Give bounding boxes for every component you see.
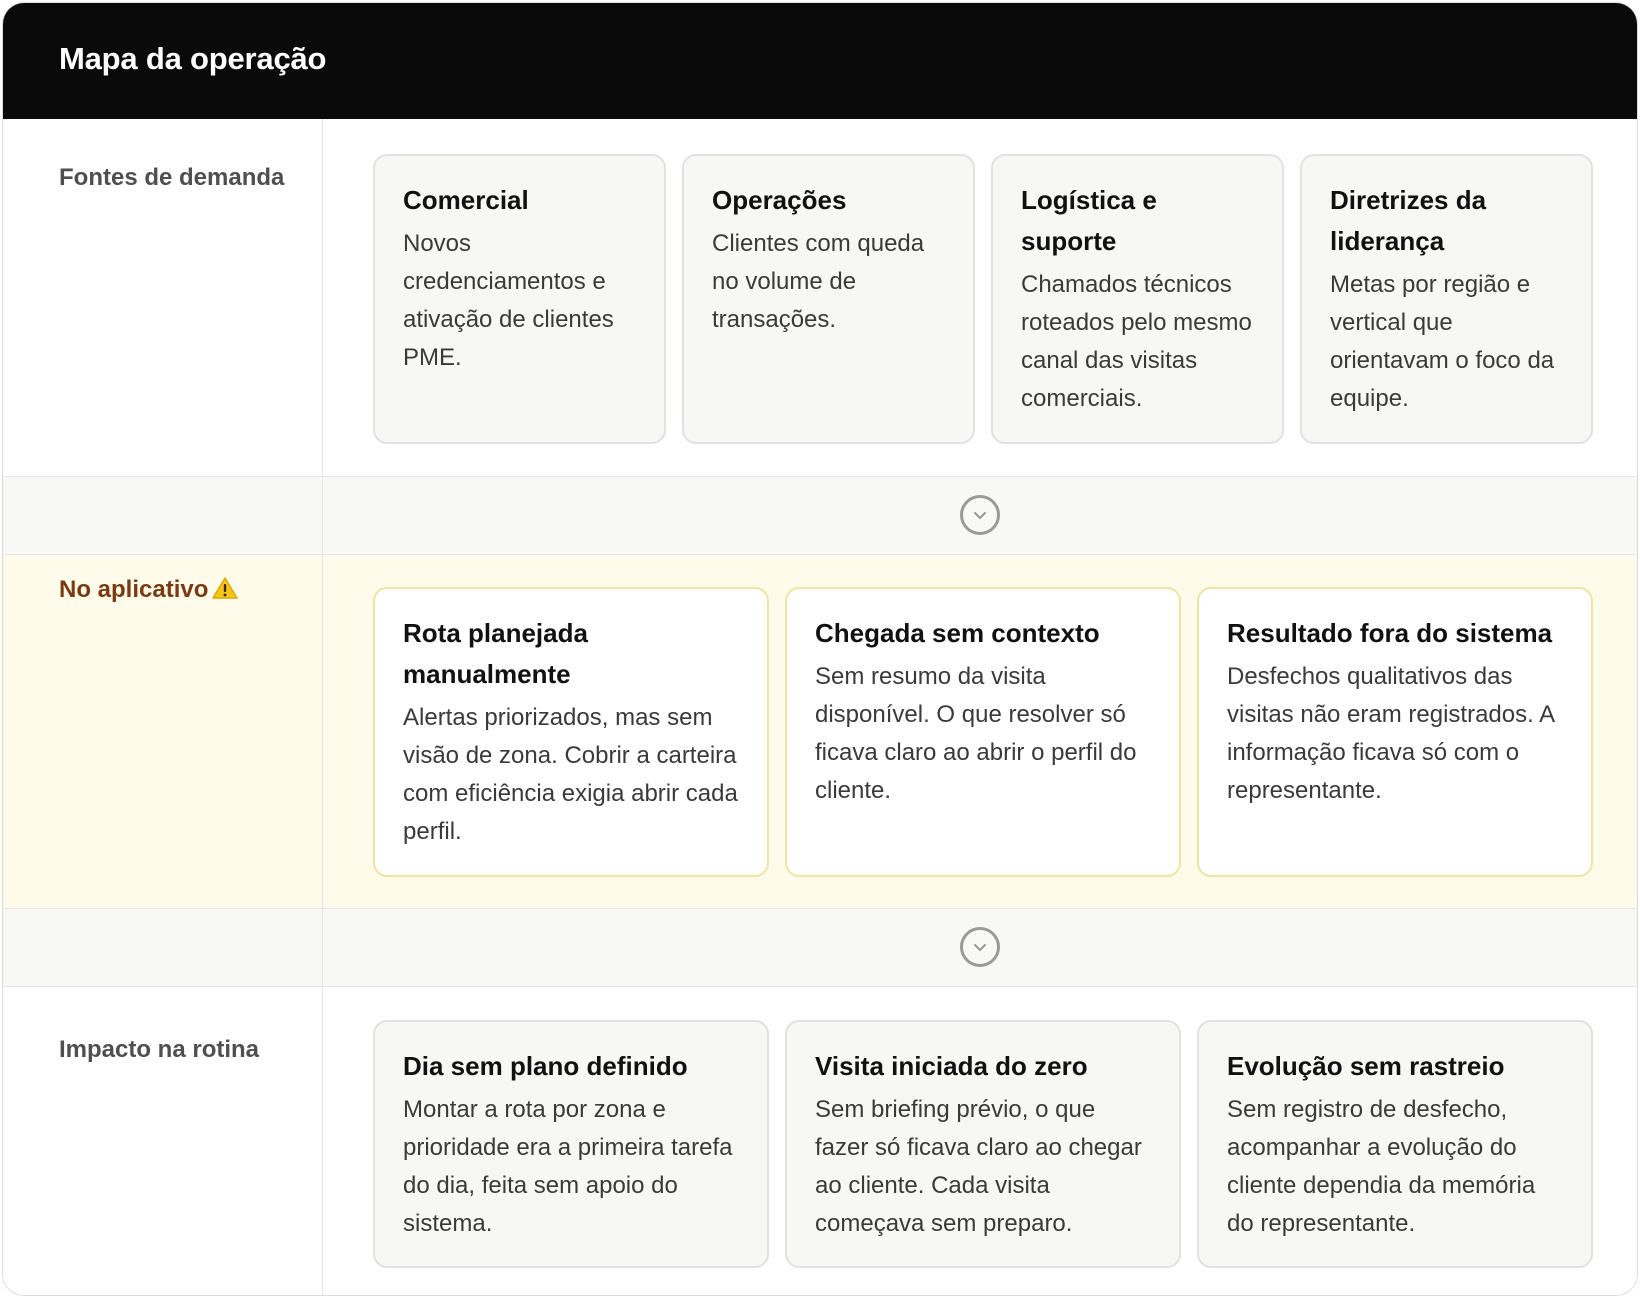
operation-map-panel: Mapa da operação Fontes de demanda No ap…	[2, 2, 1638, 1296]
impact-card: Dia sem plano definido Montar a rota por…	[373, 1020, 769, 1268]
card-body: Novos credenciamentos e ativação de clie…	[403, 230, 614, 371]
page-title: Mapa da operação	[59, 41, 327, 76]
source-card: Diretrizes da liderança Metas por região…	[1300, 154, 1593, 444]
connector-row-2	[3, 908, 1637, 987]
card-title: Operações	[712, 185, 847, 215]
card-title: Dia sem plano definido	[403, 1051, 688, 1081]
card-title: Logística e suporte	[1021, 185, 1157, 256]
card-title: Visita iniciada do zero	[815, 1051, 1088, 1081]
card-body: Clientes com queda no volume de transaçõ…	[712, 230, 925, 333]
card-body: Sem resumo da visita disponível. O que r…	[815, 663, 1137, 804]
card-body: Sem briefing prévio, o que fazer só fica…	[815, 1096, 1142, 1237]
card-body: Alertas priorizados, mas sem visão de zo…	[403, 704, 738, 845]
card-title: Resultado fora do sistema	[1227, 618, 1553, 648]
card-title: Rota planejada manualmente	[403, 618, 588, 689]
app-issue-card: Rota planejada manualmente Alertas prior…	[373, 587, 769, 877]
card-title: Diretrizes da liderança	[1330, 185, 1487, 256]
row-label-app: No aplicativo	[59, 571, 289, 608]
header-bar: Mapa da operação	[3, 3, 1637, 119]
app-issue-card: Resultado fora do sistema Desfechos qual…	[1197, 587, 1593, 877]
impact-card: Evolução sem rastreio Sem registro de de…	[1197, 1020, 1593, 1268]
row-label-app-text: No aplicativo	[59, 576, 209, 603]
card-body: Desfechos qualitativos das visitas não e…	[1227, 663, 1554, 804]
card-body: Montar a rota por zona e prioridade era …	[403, 1096, 733, 1237]
impact-card: Visita iniciada do zero Sem briefing pré…	[785, 1020, 1181, 1268]
card-title: Chegada sem contexto	[815, 618, 1100, 648]
chevron-down-icon	[960, 927, 1000, 967]
chevron-down-icon	[960, 495, 1000, 535]
source-card: Operações Clientes com queda no volume d…	[682, 154, 975, 444]
row-label-sources: Fontes de demanda	[59, 164, 285, 191]
app-issue-card: Chegada sem contexto Sem resumo da visit…	[785, 587, 1181, 877]
card-title: Comercial	[403, 185, 529, 215]
source-card: Logística e suporte Chamados técnicos ro…	[991, 154, 1284, 444]
card-body: Chamados técnicos roteados pelo mesmo ca…	[1021, 271, 1252, 412]
card-body: Metas por região e vertical que orientav…	[1330, 271, 1555, 412]
card-body: Sem registro de desfecho, acompanhar a e…	[1227, 1096, 1536, 1237]
row-label-impact: Impacto na rotina	[59, 1036, 260, 1063]
connector-row-1	[3, 476, 1637, 555]
warning-icon	[212, 573, 239, 599]
column-divider	[322, 119, 323, 1295]
source-card: Comercial Novos credenciamentos e ativaç…	[373, 154, 666, 444]
card-title: Evolução sem rastreio	[1227, 1051, 1505, 1081]
